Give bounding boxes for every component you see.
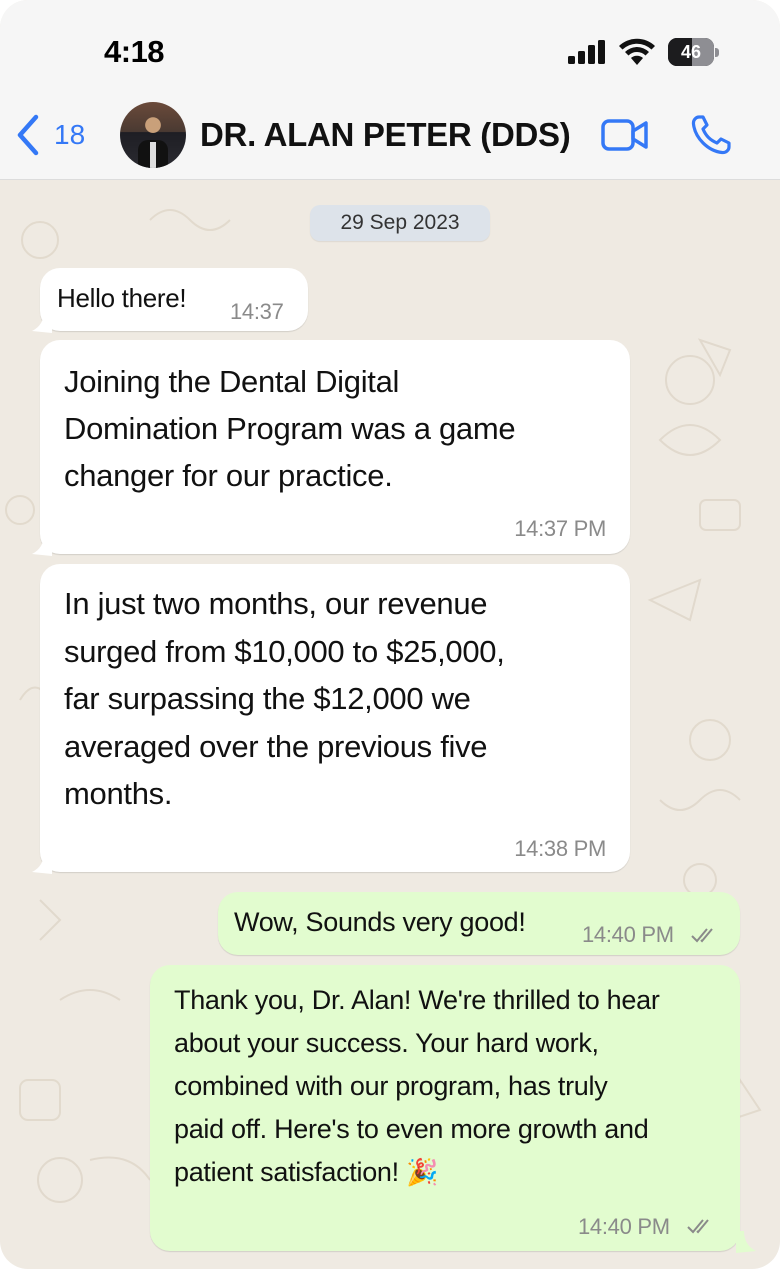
read-receipt-icon [691, 928, 713, 943]
message-time: 14:37 PM [514, 516, 606, 541]
message-time: 14:37 [230, 299, 284, 324]
message-text: Wow, Sounds very good! [234, 907, 526, 937]
back-unread-count[interactable]: 18 [54, 119, 85, 151]
contact-avatar[interactable] [120, 102, 186, 168]
message-time: 14:40 PM [578, 1214, 670, 1239]
phone-call-icon[interactable] [690, 114, 732, 156]
battery-icon: 46 [668, 38, 719, 66]
message-time: 14:40 PM [582, 922, 674, 947]
cellular-signal-icon [568, 40, 605, 64]
message-list[interactable]: 29 Sep 2023 Hello there! 14:37 Joining t… [0, 180, 780, 1269]
message-text: Hello there! [57, 283, 187, 313]
chevron-left-icon[interactable] [14, 113, 42, 157]
bubble-tail [32, 311, 52, 333]
date-separator: 29 Sep 2023 [310, 205, 490, 241]
incoming-message[interactable]: Hello there! 14:37 [40, 268, 308, 331]
contact-name[interactable]: DR. ALAN PETER (DDS) [200, 116, 571, 154]
message-time: 14:38 PM [514, 836, 606, 861]
bubble-tail [736, 1231, 756, 1253]
wifi-icon [619, 38, 655, 65]
incoming-message[interactable]: Joining the Dental Digital Domination Pr… [40, 340, 630, 554]
bubble-tail [32, 534, 52, 556]
chat-header: 4:18 46 18 DR. ALAN PETER (DDS) [0, 0, 780, 180]
incoming-message[interactable]: In just two months, our revenue surged f… [40, 564, 630, 872]
phone-screen: 4:18 46 18 DR. ALAN PETER (DDS) 29 Sep 2… [0, 0, 780, 1269]
message-text: Joining the Dental Digital Domination Pr… [64, 364, 516, 493]
status-time: 4:18 [104, 34, 165, 69]
outgoing-message[interactable]: Wow, Sounds very good! 14:40 PM [218, 892, 740, 955]
party-popper-icon: 🎉 [406, 1157, 439, 1187]
read-receipt-icon [687, 1219, 709, 1234]
message-text: In just two months, our revenue surged f… [64, 586, 505, 811]
outgoing-message[interactable]: Thank you, Dr. Alan! We're thrilled to h… [150, 965, 740, 1251]
video-call-icon[interactable] [600, 116, 650, 154]
bubble-tail [32, 852, 52, 874]
message-text: Thank you, Dr. Alan! We're thrilled to h… [174, 979, 734, 1194]
battery-level: 46 [680, 42, 702, 62]
